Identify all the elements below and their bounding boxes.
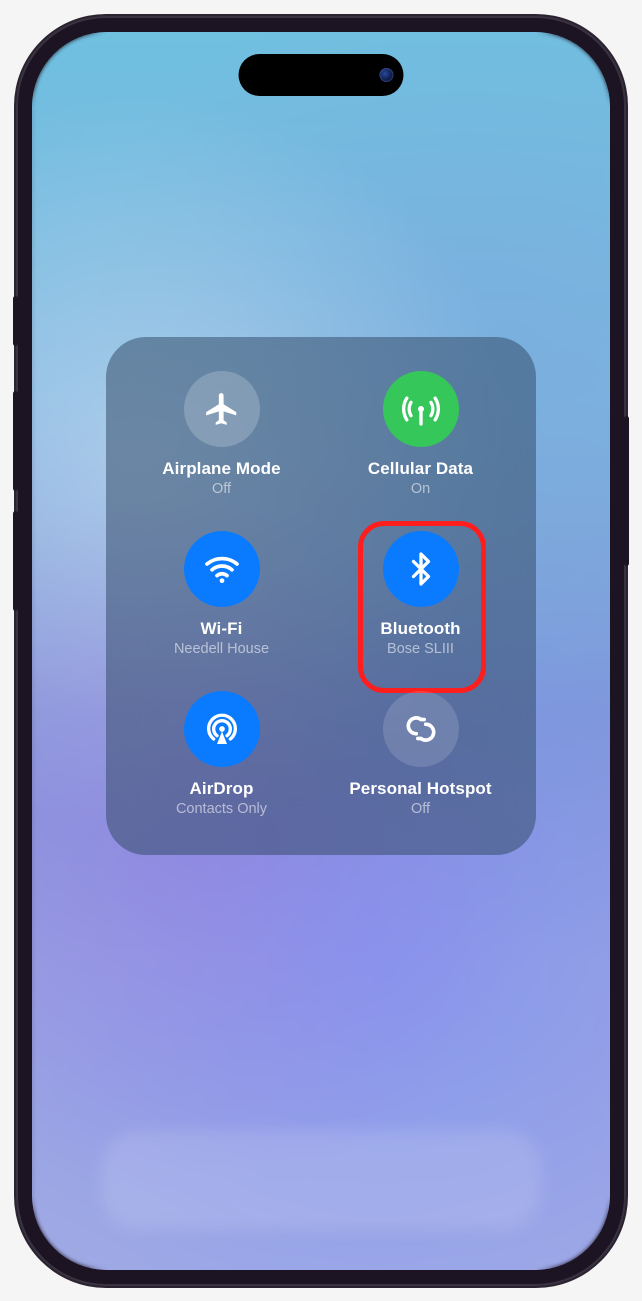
side-button: [624, 416, 629, 566]
airplane-title: Airplane Mode: [162, 459, 280, 479]
hotspot-sub: Off: [411, 801, 430, 817]
volume-down-button: [13, 511, 18, 611]
airplane-sub: Off: [212, 481, 231, 497]
airdrop-toggle[interactable]: AirDrop Contacts Only: [124, 691, 319, 817]
phone-frame: Airplane Mode Off Cellular Data On: [16, 16, 626, 1286]
airdrop-sub: Contacts Only: [176, 801, 267, 817]
hotspot-title: Personal Hotspot: [349, 779, 491, 799]
bluetooth-title: Bluetooth: [380, 619, 460, 639]
airdrop-title: AirDrop: [190, 779, 254, 799]
personal-hotspot-toggle[interactable]: Personal Hotspot Off: [323, 691, 518, 817]
cellular-title: Cellular Data: [368, 459, 473, 479]
bluetooth-icon: [383, 531, 459, 607]
bluetooth-sub: Bose SLIII: [387, 641, 454, 657]
dynamic-island: [239, 54, 404, 96]
cellular-sub: On: [411, 481, 430, 497]
cellular-data-toggle[interactable]: Cellular Data On: [323, 371, 518, 497]
cellular-icon: [383, 371, 459, 447]
wifi-title: Wi-Fi: [201, 619, 243, 639]
airdrop-icon: [184, 691, 260, 767]
dock-blur: [101, 1130, 541, 1230]
hotspot-icon: [383, 691, 459, 767]
screen: Airplane Mode Off Cellular Data On: [32, 32, 610, 1270]
silent-switch: [13, 296, 18, 346]
front-camera: [380, 68, 394, 82]
wifi-sub: Needell House: [174, 641, 269, 657]
connectivity-panel: Airplane Mode Off Cellular Data On: [106, 337, 536, 855]
airplane-mode-toggle[interactable]: Airplane Mode Off: [124, 371, 319, 497]
volume-up-button: [13, 391, 18, 491]
wifi-toggle[interactable]: Wi-Fi Needell House: [124, 531, 319, 657]
wifi-icon: [184, 531, 260, 607]
bluetooth-toggle[interactable]: Bluetooth Bose SLIII: [323, 531, 518, 657]
airplane-icon: [184, 371, 260, 447]
